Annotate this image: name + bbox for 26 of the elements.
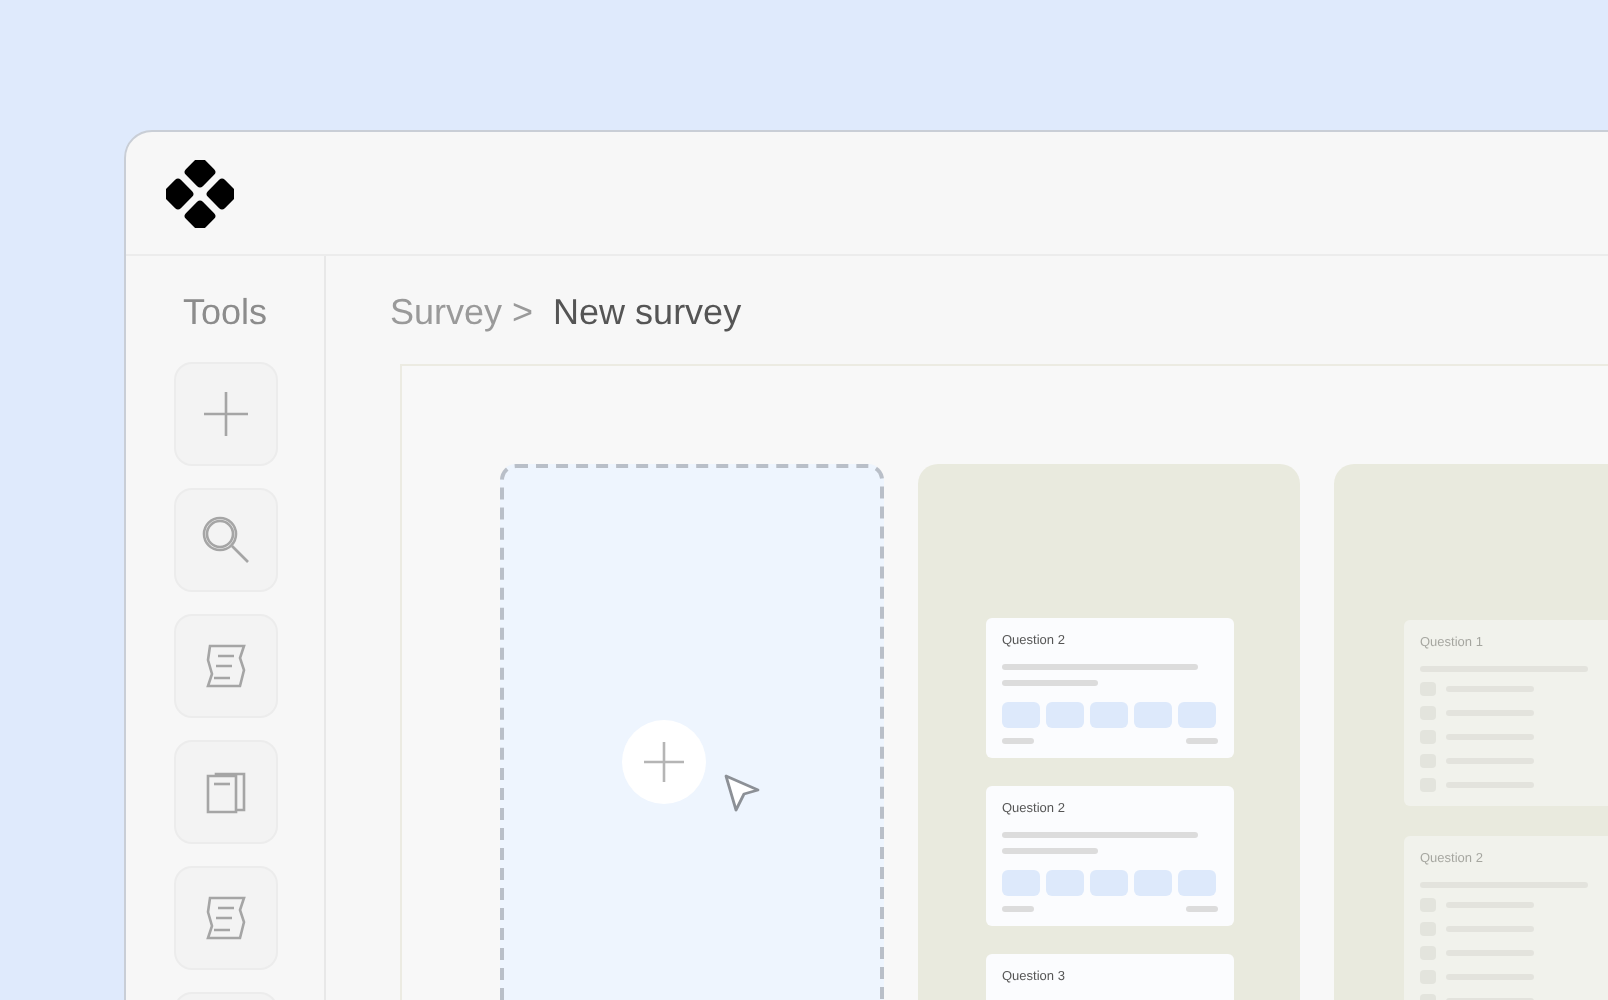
- rating-option: [1002, 702, 1040, 728]
- add-button-drawing[interactable]: [622, 720, 762, 816]
- search-icon: [199, 514, 251, 566]
- rating-option: [1134, 870, 1172, 896]
- tool-button[interactable]: [173, 614, 277, 718]
- rating-option: [1178, 870, 1216, 896]
- tool-button[interactable]: [173, 362, 277, 466]
- logo-icon: [166, 159, 234, 227]
- rating-option: [1178, 702, 1216, 728]
- plus-icon: [201, 390, 249, 438]
- rating-option: [1090, 702, 1128, 728]
- document-icon: [203, 894, 247, 942]
- breadcrumb-link[interactable]: Survey >: [390, 292, 534, 334]
- tool-button[interactable]: [173, 488, 277, 592]
- document-icon: [203, 642, 247, 690]
- rating-option: [1090, 870, 1128, 896]
- sidebar-title: Tools: [182, 292, 268, 334]
- tool-button[interactable]: [173, 866, 277, 970]
- drop-zone[interactable]: [500, 464, 884, 1000]
- rating-option: [1046, 870, 1084, 896]
- page-title: New survey: [553, 292, 742, 334]
- rating-option: [1134, 702, 1172, 728]
- rating-option: [1002, 870, 1040, 896]
- tool-button[interactable]: [173, 740, 277, 844]
- pages-icon: [203, 770, 247, 814]
- rating-option: [1046, 702, 1084, 728]
